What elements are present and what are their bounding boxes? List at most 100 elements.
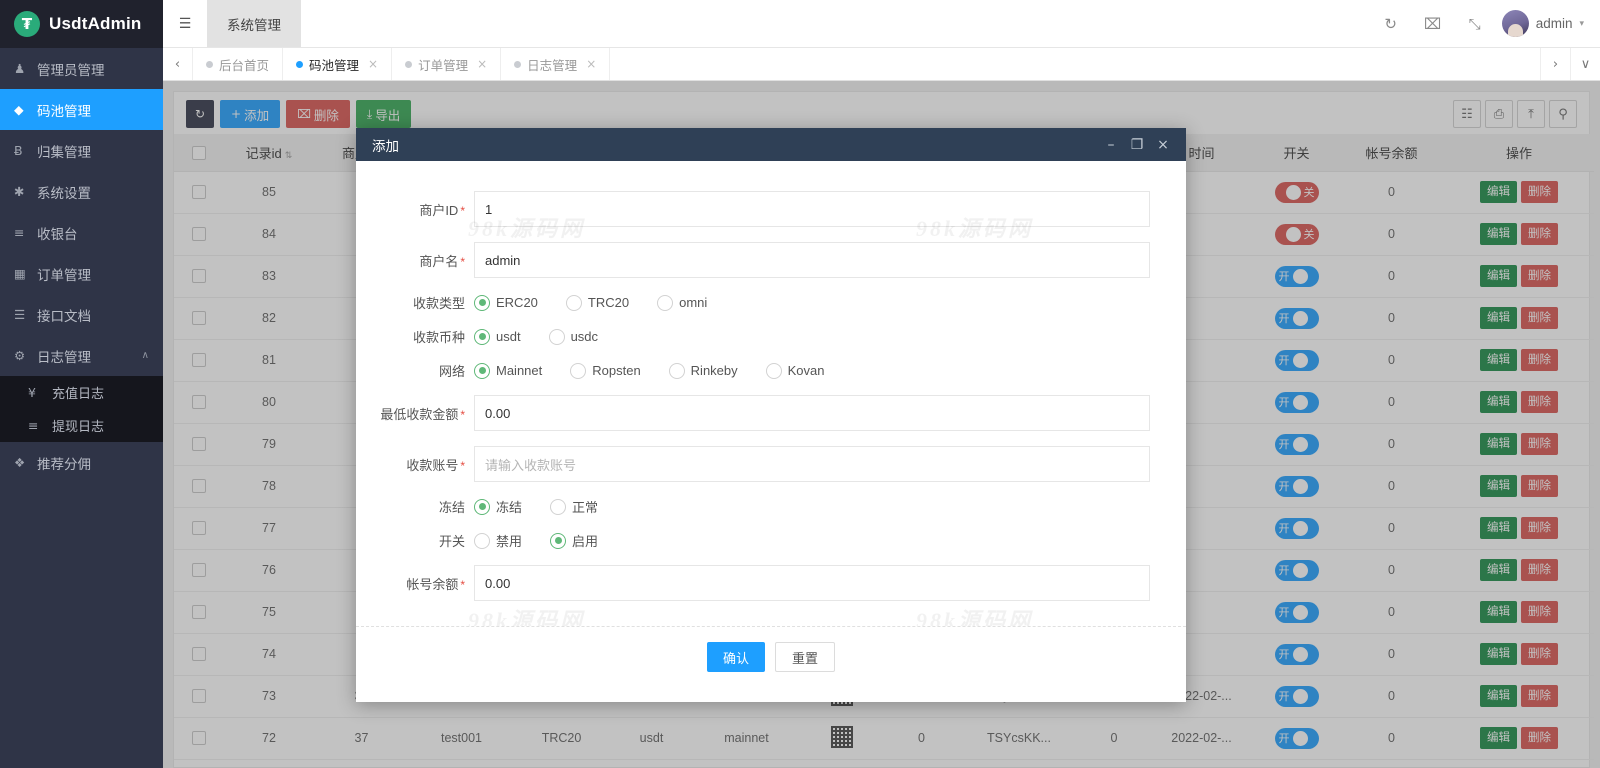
field-label: 收款类型 <box>356 293 474 312</box>
brand-logo[interactable]: ₮ UsdtAdmin <box>0 0 163 48</box>
radio-label: Kovan <box>788 363 825 378</box>
avatar <box>1502 10 1529 37</box>
sidebar-item-1[interactable]: ◆码池管理 <box>0 89 163 130</box>
table-icon: ▦ <box>14 266 31 281</box>
tabs-scroll-right-icon[interactable]: › <box>1540 48 1570 80</box>
field-label: 最低收款金额* <box>356 404 474 423</box>
radio-option-0[interactable]: Mainnet <box>474 363 542 379</box>
required-marker: * <box>460 578 465 592</box>
radio-label: Mainnet <box>496 363 542 378</box>
tab-2[interactable]: 订单管理 × <box>392 48 501 80</box>
field-label: 收款账号* <box>356 455 474 474</box>
sidebar-nav: ♟管理员管理◆码池管理Ƀ归集管理✱系统设置 ≡ 收银台 ▦ 订单管理 ☰接口文档⚙日志管理… <box>0 48 163 483</box>
sidebar-subitem-1[interactable]: ≡提现日志 <box>0 409 163 442</box>
radio-option-1[interactable]: usdc <box>549 329 598 345</box>
dialog-title: 添加 <box>372 135 1098 155</box>
sidebar-item-6[interactable]: ☰接口文档 <box>0 294 163 335</box>
radio-circle-icon <box>550 499 566 515</box>
required-marker: * <box>460 459 465 473</box>
radio-option-0[interactable]: usdt <box>474 329 521 345</box>
radio-circle-icon <box>657 295 673 311</box>
field-label: 商户名* <box>356 251 474 270</box>
network-radio-group: Mainnet Ropsten Rinkeby Kovan <box>474 363 853 379</box>
tab-3[interactable]: 日志管理× <box>501 48 610 80</box>
refresh-icon[interactable]: ↻ <box>1370 0 1412 47</box>
sidebar-submenu: ¥充值日志≡提现日志 <box>0 376 163 442</box>
balance-input[interactable]: 0.00 <box>474 565 1150 601</box>
list-icon: ≡ <box>28 418 44 433</box>
radio-option-2[interactable]: omni <box>657 295 707 311</box>
sidebar-item-label: 订单管理 <box>37 264 91 284</box>
sidebar-item-8[interactable]: ❖推荐分佣 <box>0 442 163 483</box>
radio-circle-icon <box>766 363 782 379</box>
maximize-icon[interactable]: ❐ <box>1124 137 1150 153</box>
field-label: 帐号余额* <box>356 574 474 593</box>
dialog-title-bar[interactable]: 添加 – ❐ × <box>356 128 1186 161</box>
required-marker: * <box>460 204 465 218</box>
tabs-dropdown-icon[interactable]: ∨ <box>1570 48 1600 80</box>
radio-label: 正常 <box>572 497 598 516</box>
trash-icon[interactable]: ⌧ <box>1412 0 1454 47</box>
radio-circle-icon <box>669 363 685 379</box>
user-menu[interactable]: admin ▾ <box>1496 0 1600 47</box>
confirm-button[interactable]: 确认 <box>707 642 765 672</box>
radio-option-1[interactable]: TRC20 <box>566 295 629 311</box>
tab-status-dot <box>405 61 412 68</box>
watermark: 98k源码网 <box>468 603 585 626</box>
radio-circle-icon <box>474 499 490 515</box>
tabs-scroll-left-icon[interactable]: ‹ <box>163 48 193 80</box>
close-icon[interactable]: × <box>1150 137 1176 153</box>
radio-option-1[interactable]: 启用 <box>550 531 598 550</box>
menu-collapse-icon[interactable]: ☰ <box>163 0 207 47</box>
sidebar-item-0[interactable]: ♟管理员管理 <box>0 48 163 89</box>
sidebar-item-label: 接口文档 <box>37 305 91 325</box>
tab-1[interactable]: 码池管理× <box>283 48 392 80</box>
field-label: 开关 <box>356 531 474 550</box>
tab-label: 订单管理 <box>418 55 468 74</box>
pay-account-input[interactable]: 请输入收款账号 <box>474 446 1150 482</box>
radio-label: 冻结 <box>496 497 522 516</box>
radio-option-0[interactable]: ERC20 <box>474 295 538 311</box>
header-tab-system-management[interactable]: 系统管理 <box>207 0 301 47</box>
gear-icon: ⚙ <box>14 348 31 363</box>
tab-list: 后台首页码池管理×订单管理×日志管理× <box>193 48 1540 80</box>
tab-close-icon[interactable]: × <box>368 57 378 71</box>
radio-option-2[interactable]: Rinkeby <box>669 363 738 379</box>
sidebar-item-5[interactable]: ▦ 订单管理 <box>0 253 163 294</box>
tab-close-icon[interactable]: × <box>477 57 487 71</box>
fullscreen-icon[interactable]: ⤡ <box>1454 0 1496 47</box>
list-icon: ≡ <box>14 225 31 240</box>
reset-button[interactable]: 重置 <box>775 642 835 672</box>
dialog-body: 98k源码网 98k源码网 98k源码网 98k源码网 商户ID* 1 商户名*… <box>356 161 1186 626</box>
minimize-icon[interactable]: – <box>1098 137 1124 153</box>
radio-circle-icon <box>570 363 586 379</box>
merchant-name-input[interactable]: admin <box>474 242 1150 278</box>
field-freeze: 冻结 冻结正常 <box>356 497 1150 516</box>
radio-label: usdc <box>571 329 598 344</box>
pay-type-radio-group: ERC20 TRC20 omni <box>474 295 735 311</box>
field-pay-account: 收款账号* 请输入收款账号 <box>356 446 1150 482</box>
sidebar-item-3[interactable]: ✱系统设置 <box>0 171 163 212</box>
min-amount-input[interactable]: 0.00 <box>474 395 1150 431</box>
sidebar-subitem-0[interactable]: ¥充值日志 <box>0 376 163 409</box>
radio-option-0[interactable]: 冻结 <box>474 497 522 516</box>
field-balance: 帐号余额* 0.00 <box>356 565 1150 601</box>
brand-name: UsdtAdmin <box>49 14 141 34</box>
radio-option-1[interactable]: 正常 <box>550 497 598 516</box>
app-root: ₮ UsdtAdmin ♟管理员管理◆码池管理Ƀ归集管理✱系统设置 ≡ 收银台 ▦ 订单… <box>0 0 1600 768</box>
radio-option-1[interactable]: Ropsten <box>570 363 640 379</box>
sidebar-item-7[interactable]: ⚙日志管理∧ <box>0 335 163 376</box>
username-label: admin <box>1536 16 1573 31</box>
sidebar-item-4[interactable]: ≡ 收银台 <box>0 212 163 253</box>
yen-icon: ¥ <box>28 385 44 400</box>
sidebar-item-2[interactable]: Ƀ归集管理 <box>0 130 163 171</box>
field-merchant-name: 商户名* admin <box>356 242 1150 278</box>
merchant-id-input[interactable]: 1 <box>474 191 1150 227</box>
radio-circle-icon <box>549 329 565 345</box>
tab-close-icon[interactable]: × <box>586 57 596 71</box>
radio-option-0[interactable]: 禁用 <box>474 531 522 550</box>
sidebar-item-label: 收银台 <box>37 223 78 243</box>
top-header: ☰ 系统管理 ↻ ⌧ ⤡ admin ▾ <box>163 0 1600 48</box>
radio-option-3[interactable]: Kovan <box>766 363 825 379</box>
tab-0[interactable]: 后台首页 <box>193 48 283 80</box>
